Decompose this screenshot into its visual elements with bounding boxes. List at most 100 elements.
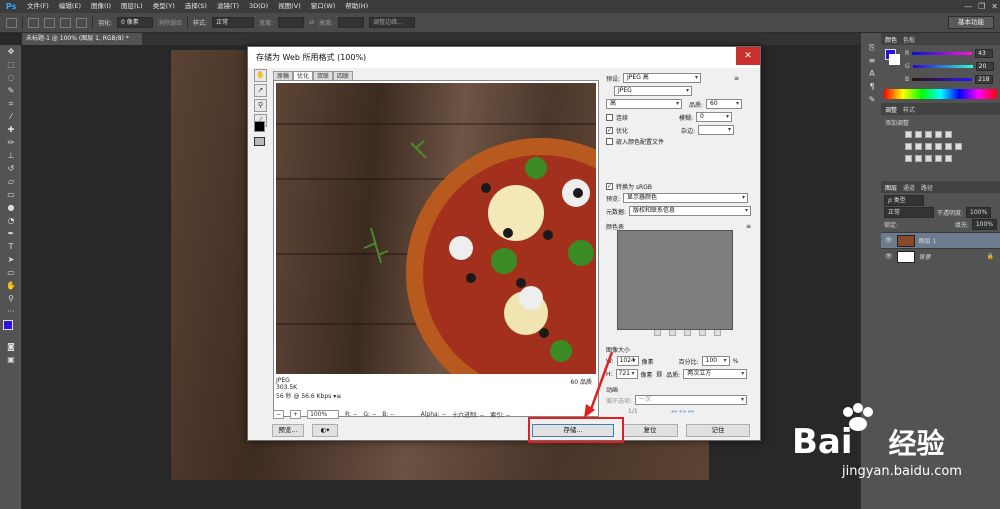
percent-input[interactable]: 100 — [701, 356, 730, 366]
brush-presets-icon[interactable]: ✎ — [861, 93, 883, 106]
crop-tool-icon[interactable]: ⌗ — [0, 97, 22, 110]
exposure-icon[interactable] — [935, 131, 942, 138]
first-frame-icon[interactable]: ◂◂ ◂ ▸ ▸▸ — [671, 408, 695, 415]
tab-channels[interactable]: 通道 — [903, 183, 915, 192]
refine-edge-button[interactable]: 调整边缘... — [369, 17, 416, 28]
embed-profile-checkbox[interactable] — [606, 138, 613, 145]
marquee-tool-icon[interactable]: ⬚ — [0, 58, 22, 71]
visibility-eye-icon[interactable]: 👁 — [885, 253, 893, 260]
brush-tool-icon[interactable]: ✏ — [0, 136, 22, 149]
preview-button[interactable]: 预览... — [272, 424, 304, 437]
screen-mode-icon[interactable]: ▣ — [0, 353, 22, 366]
web-shift-icon[interactable] — [669, 329, 676, 336]
metadata-select[interactable]: 版权和联系信息 — [629, 206, 752, 216]
delete-color-icon[interactable] — [714, 329, 721, 336]
height-input[interactable] — [338, 17, 365, 28]
quality-input[interactable]: 60 — [706, 99, 743, 109]
lasso-tool-icon[interactable]: ◌ — [0, 71, 22, 84]
hand-tool-icon[interactable]: ✋ — [254, 69, 267, 82]
subtract-selection-icon[interactable] — [60, 17, 71, 28]
history-brush-icon[interactable]: ↺ — [0, 162, 22, 175]
new-selection-icon[interactable] — [28, 17, 39, 28]
path-select-icon[interactable]: ➤ — [0, 253, 22, 266]
zoom-tool-icon[interactable]: ⚲ — [254, 99, 267, 112]
gradient-tool-icon[interactable]: ▭ — [0, 188, 22, 201]
eyedropper-color[interactable] — [254, 121, 265, 132]
menu-item[interactable]: 图像(I) — [86, 0, 116, 13]
blur-input[interactable]: 0 — [696, 112, 733, 122]
blend-mode-select[interactable]: 正常 — [884, 206, 934, 218]
pen-tool-icon[interactable]: ✒ — [0, 227, 22, 240]
bw-icon[interactable] — [925, 143, 932, 150]
format-select[interactable]: JPEG — [614, 86, 692, 96]
download-speed-icon[interactable]: ▾≡ — [333, 393, 341, 400]
add-selection-icon[interactable] — [44, 17, 55, 28]
levels-icon[interactable] — [915, 131, 922, 138]
color-spectrum[interactable] — [884, 89, 997, 99]
minimize-icon[interactable]: — — [964, 0, 972, 13]
move-tool-icon[interactable]: ✥ — [0, 45, 22, 58]
reset-button[interactable]: 复位 — [622, 424, 678, 437]
properties-icon[interactable]: ≡ — [861, 54, 883, 67]
tab-adjustments[interactable]: 调整 — [885, 105, 897, 114]
loop-select[interactable]: 一次 — [635, 395, 748, 405]
menu-item[interactable]: 图层(L) — [116, 0, 148, 13]
height-input[interactable]: 721 — [615, 369, 638, 379]
zoom-tool-icon[interactable]: ⚲ — [0, 292, 22, 305]
threshold-icon[interactable] — [925, 155, 932, 162]
quick-select-icon[interactable]: ✎ — [0, 84, 22, 97]
progressive-checkbox[interactable] — [606, 113, 613, 121]
b-value[interactable]: 218 — [975, 75, 994, 84]
menu-item[interactable]: 滤镜(T) — [212, 0, 244, 13]
blur-tool-icon[interactable]: ● — [0, 201, 22, 214]
paragraph-icon[interactable]: ¶ — [861, 80, 883, 93]
document-tab[interactable]: 未标题-1 @ 100% (图层 1, RGB/8) * — [22, 33, 142, 45]
quick-mask-icon[interactable]: ◙ — [0, 340, 22, 353]
optimized-checkbox[interactable]: ✓ — [606, 126, 613, 134]
eraser-icon[interactable]: ▱ — [0, 175, 22, 188]
toggle-slices-icon[interactable] — [254, 137, 265, 146]
menu-item[interactable]: 窗口(W) — [306, 0, 341, 13]
swap-icon[interactable]: ⇄ — [309, 19, 314, 26]
map-color-icon[interactable] — [654, 329, 661, 336]
tab-paths[interactable]: 路径 — [921, 183, 933, 192]
dodge-tool-icon[interactable]: ◔ — [0, 214, 22, 227]
resample-select[interactable]: 两次立方 — [683, 369, 748, 379]
eyedropper-icon[interactable]: ⁄ — [0, 110, 22, 123]
width-input[interactable] — [278, 17, 305, 28]
r-value[interactable]: 43 — [975, 49, 994, 58]
slice-select-icon[interactable]: ➚ — [254, 84, 267, 97]
zoom-select[interactable]: 100% — [307, 410, 340, 419]
tab-2up[interactable]: 双联 — [313, 71, 334, 80]
color-preview-select[interactable]: 显示器颜色 — [623, 193, 749, 203]
menu-item[interactable]: 帮助(H) — [340, 0, 373, 13]
type-tool-icon[interactable]: T — [0, 240, 22, 253]
convert-srgb-checkbox[interactable]: ✓ — [606, 183, 613, 190]
lock-color-icon[interactable] — [684, 329, 691, 336]
tab-swatches[interactable]: 色板 — [903, 35, 915, 44]
menu-item[interactable]: 文件(F) — [22, 0, 54, 13]
preview-pane[interactable]: JPEG 303.5K 56 秒 @ 56.6 Kbps ▾≡ 60 品质 — [273, 80, 599, 417]
layer-row[interactable]: 👁 背景 🔒 — [881, 248, 1000, 264]
menu-item[interactable]: 编辑(E) — [54, 0, 86, 13]
tab-4up[interactable]: 四联 — [333, 71, 354, 80]
tab-original[interactable]: 原稿 — [273, 71, 294, 80]
preset-select[interactable]: JPEG 高 — [623, 73, 702, 83]
g-value[interactable]: 20 — [975, 62, 994, 71]
close-button[interactable]: ✕ — [736, 47, 760, 65]
matte-select[interactable] — [698, 125, 735, 135]
edit-toolbar-icon[interactable]: ··· — [0, 305, 22, 318]
menu-item[interactable]: 类型(Y) — [148, 0, 180, 13]
workspace-switcher[interactable]: 基本功能 — [948, 16, 994, 29]
maximize-icon[interactable]: ❐ — [978, 0, 985, 13]
menu-item[interactable]: 视图(V) — [273, 0, 306, 13]
photo-filter-icon[interactable] — [935, 143, 942, 150]
brightness-icon[interactable] — [905, 131, 912, 138]
history-icon[interactable]: ⎘ — [861, 41, 883, 54]
r-slider[interactable] — [912, 52, 973, 55]
link-icon[interactable]: ⛓ — [656, 371, 664, 378]
style-select[interactable]: 正常 — [212, 17, 255, 28]
tab-optimized[interactable]: 优化 — [293, 71, 314, 80]
visibility-eye-icon[interactable]: 👁 — [885, 237, 893, 244]
opacity-input[interactable]: 100% — [966, 206, 992, 218]
